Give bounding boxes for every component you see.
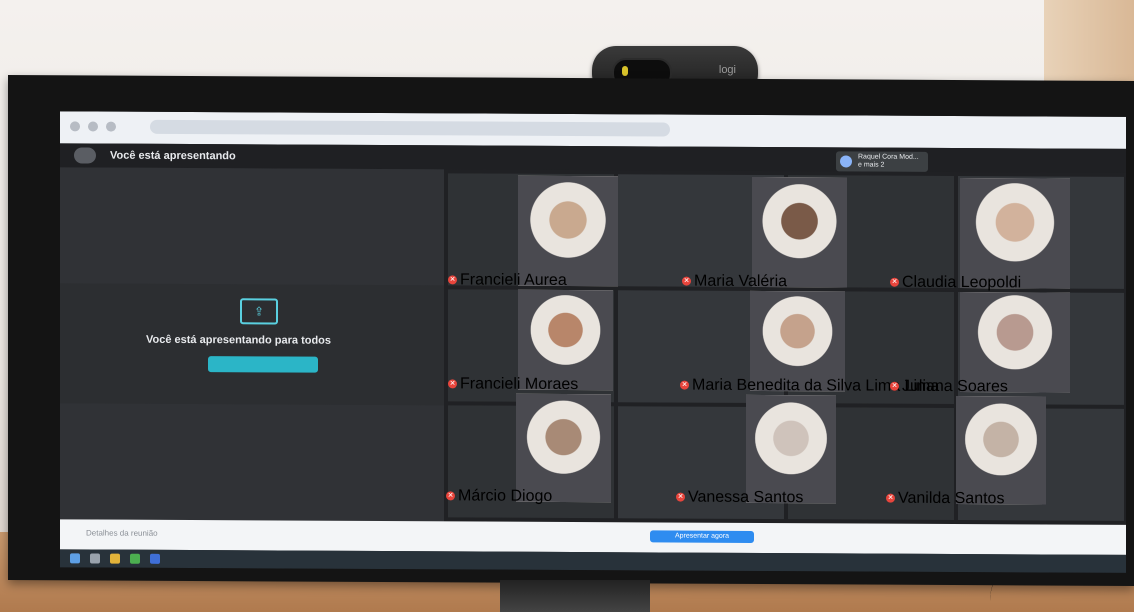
participant-tile[interactable]: [746, 394, 836, 504]
participant-video: [956, 396, 1046, 505]
participant-name: ✕ Márcio Diogo: [446, 487, 553, 505]
chip-text: Raquel Cora Mod... e mais 2: [858, 153, 919, 169]
present-screen-icon: [74, 147, 96, 164]
mic-off-icon: ✕: [446, 491, 455, 501]
mic-off-icon: ✕: [890, 381, 899, 391]
mic-off-icon: ✕: [448, 275, 457, 285]
monitor-stand: [500, 580, 650, 612]
mic-off-icon: ✕: [890, 277, 899, 287]
participant-name: ✕ Francieli Moraes: [448, 375, 579, 394]
participant-tile[interactable]: [960, 178, 1070, 289]
stop-presenting-button[interactable]: [208, 356, 318, 373]
share-message: Você está apresentando para todos: [146, 333, 332, 347]
mic-off-icon: ✕: [682, 276, 691, 286]
reload-icon[interactable]: [106, 121, 116, 132]
participant-name: ✕ Vanilda Santos: [886, 489, 1005, 508]
meeting-details[interactable]: Detalhes da reunião: [86, 528, 158, 537]
participant-name: ✕ Maria Valéria: [682, 272, 788, 291]
presenting-label: Você está apresentando: [110, 149, 236, 163]
participant-video: [746, 394, 836, 504]
present-now-button[interactable]: Apresentar agora: [650, 530, 754, 543]
avatar: [840, 155, 852, 168]
participant-chip[interactable]: Raquel Cora Mod... e mais 2: [836, 151, 928, 172]
mic-off-icon: ✕: [680, 380, 689, 390]
webcam-led: [622, 66, 628, 76]
participant-tile[interactable]: [518, 175, 618, 287]
participant-name: ✕ Juliana Soares: [890, 377, 1008, 396]
participant-name: ✕ Francieli Aurea: [448, 271, 567, 289]
participant-video: [752, 176, 847, 288]
monitor: Você está apresentando Raquel Cora Mod..…: [8, 75, 1134, 586]
back-icon[interactable]: [70, 121, 80, 132]
participant-video: [960, 178, 1070, 289]
participant-tile[interactable]: [956, 396, 1046, 505]
mic-off-icon: ✕: [676, 492, 685, 502]
participant-name: ✕ Vanessa Santos: [676, 488, 804, 507]
webcam-brand: logi: [718, 64, 736, 76]
search-icon[interactable]: [90, 553, 100, 564]
participant-tile[interactable]: [752, 176, 847, 288]
folder-icon[interactable]: [110, 553, 120, 564]
chrome-icon[interactable]: [130, 553, 140, 564]
screen: Você está apresentando Raquel Cora Mod..…: [60, 111, 1126, 573]
forward-icon[interactable]: [88, 121, 98, 132]
app-icon[interactable]: [150, 553, 160, 564]
mic-off-icon: ✕: [886, 493, 895, 503]
mic-off-icon: ✕: [448, 379, 457, 389]
address-bar[interactable]: [150, 119, 670, 137]
participant-video: [516, 393, 611, 503]
participant-video: [518, 175, 618, 287]
share-screen-icon: ⇪: [240, 298, 278, 325]
participant-name: ✕ Claudia Leopoldi: [890, 273, 1022, 292]
start-icon[interactable]: [70, 553, 80, 564]
participant-tile[interactable]: [516, 393, 611, 503]
